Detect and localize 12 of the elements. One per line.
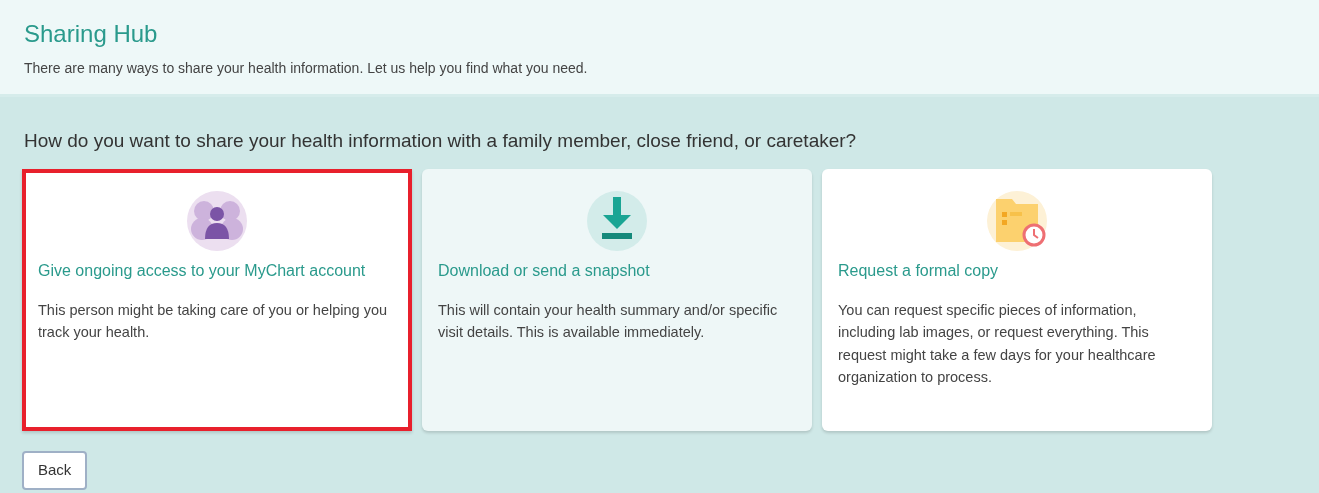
option-card[interactable]: Request a formal copy You can request specific pieces of information, including lab images, or request everything. This request might take a few days for your healthcare organization to process. <box>822 169 1212 431</box>
question-text: How do you want to share your health information with a family member, close friend, or caretaker? <box>23 129 858 153</box>
back-button[interactable]: Back <box>22 451 88 490</box>
option-description: This will contain your health summary and/or specific visit details. This is available immediately. <box>438 301 779 343</box>
option-description: This person might be taking care of you or helping you track your health. <box>38 301 388 343</box>
option-title[interactable]: Request a formal copy <box>838 259 999 283</box>
option-description: You can request specific pieces of information, including lab images, or request everything. This request might take a few days for your healthcare organization to process. <box>838 301 1157 388</box>
option-card[interactable]: Give ongoing access to your MyChart account This person might be taking care of you or helping you track your health. <box>22 169 412 431</box>
option-title[interactable]: Give ongoing access to your MyChart account <box>38 259 366 283</box>
page-subtitle: There are many ways to share your health information. Let us help you find what you need. <box>24 58 589 78</box>
page-title: Sharing Hub <box>24 20 159 49</box>
option-card[interactable]: Download or send a snapshot This will contain your health summary and/or specific visit details. This is available immediately. <box>422 169 812 431</box>
